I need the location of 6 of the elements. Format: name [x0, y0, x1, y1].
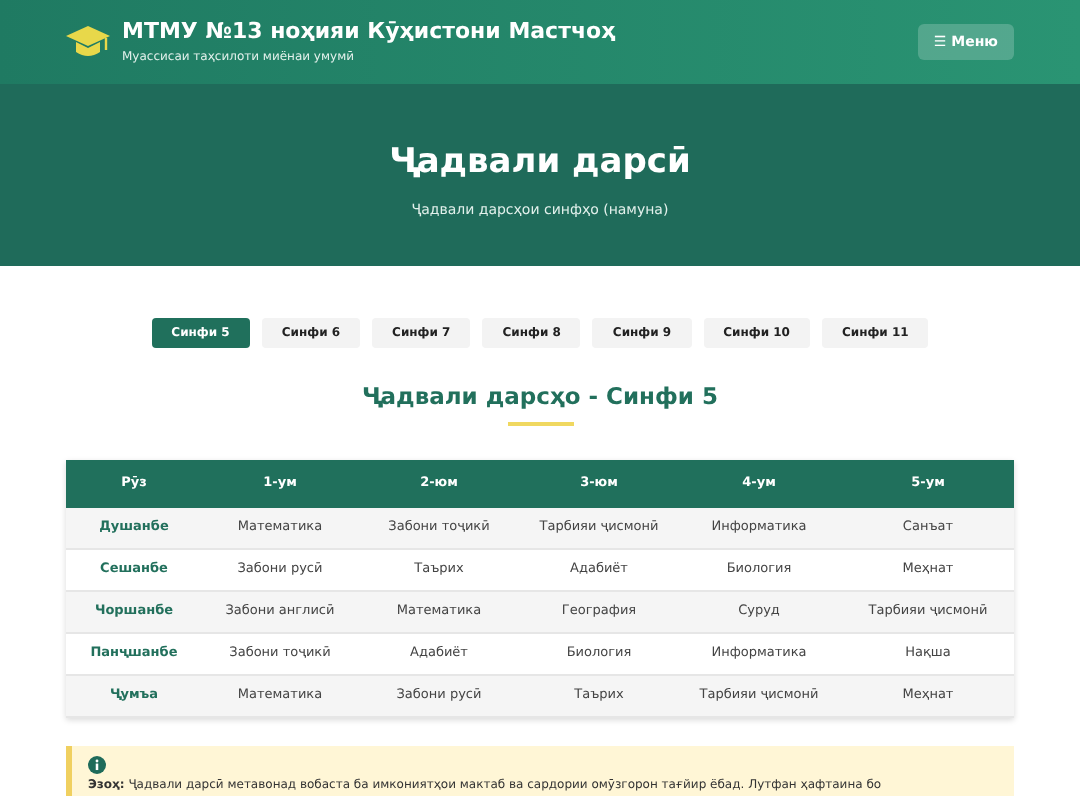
graduation-cap-icon: [66, 26, 110, 58]
heading-underline: [507, 421, 573, 425]
schedule-heading: Ҷадвали дарсҳо - Синфи 5: [362, 386, 718, 409]
info-icon: [88, 755, 106, 773]
page-title: Ҷадвали дарсӣ: [389, 145, 691, 179]
site-title: МТМУ №13 ноҳияи Кӯҳистони Мастчоҳ: [122, 20, 616, 42]
